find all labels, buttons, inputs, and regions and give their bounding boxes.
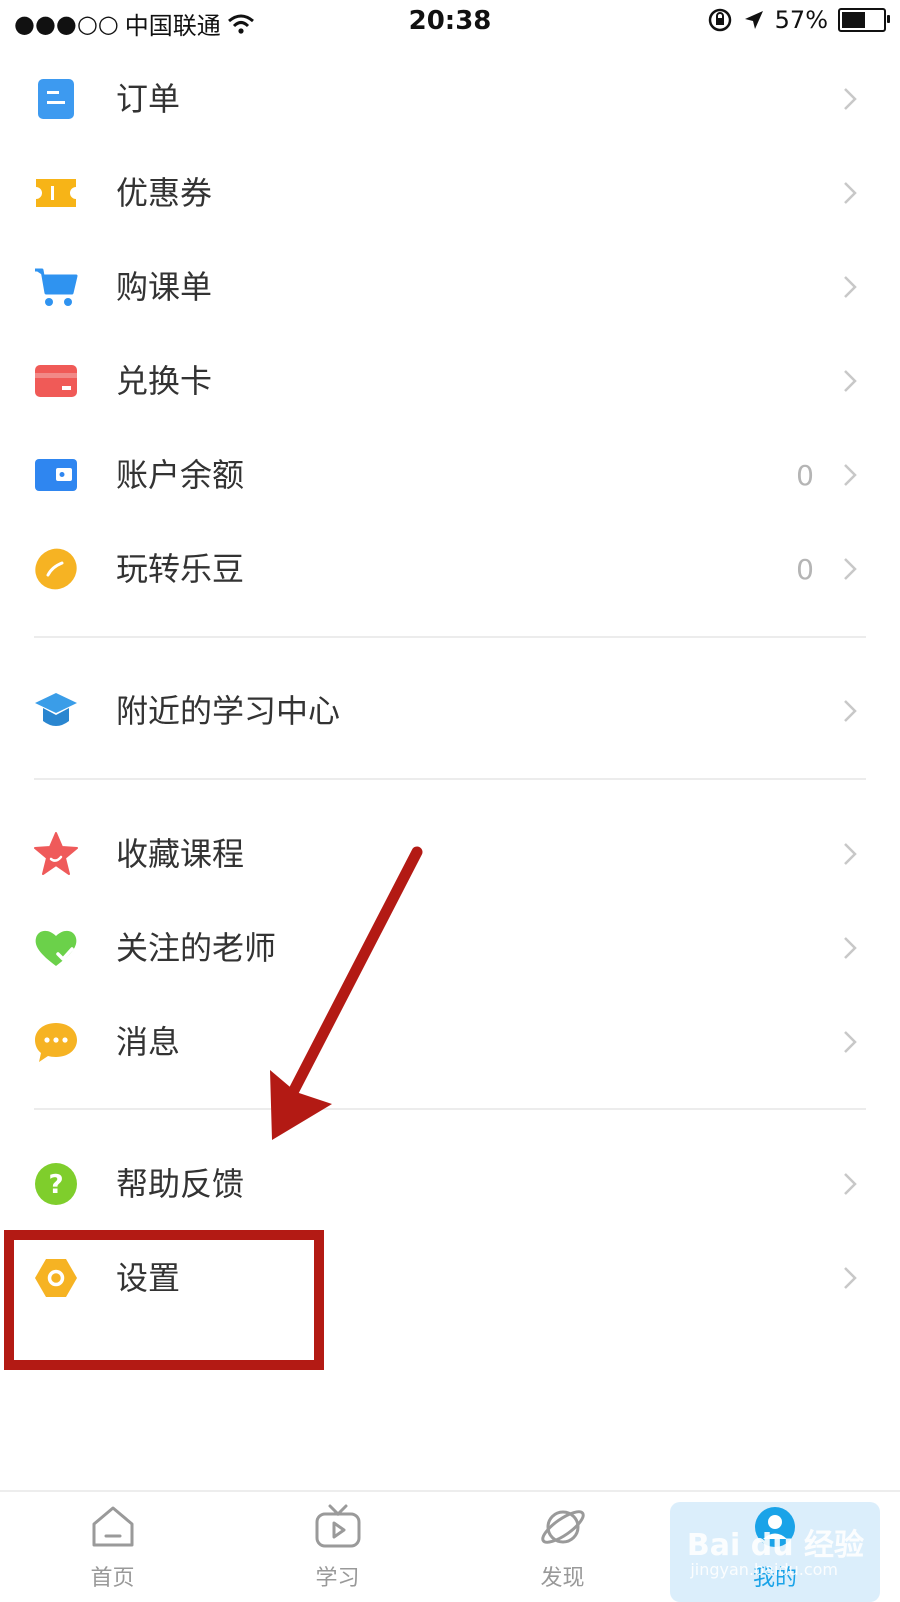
menu-item-label: 收藏课程 — [116, 835, 245, 873]
heart-check-icon — [35, 930, 77, 966]
tab-label: 首页 — [90, 1566, 135, 1591]
location-icon — [744, 11, 763, 29]
annotation-highlight-box — [4, 1230, 324, 1370]
svg-text:?: ? — [48, 1170, 63, 1200]
status-right: 57% — [707, 6, 890, 34]
menu-item-messages[interactable]: 消息 — [0, 996, 900, 1086]
lebean-value: 0 — [796, 553, 814, 586]
menu-item-favorite-courses[interactable]: 收藏课程 — [0, 808, 900, 898]
chevron-right-icon — [844, 276, 857, 298]
tab-study[interactable]: 学习 — [225, 1502, 450, 1602]
menu-item-label: 帮助反馈 — [116, 1165, 245, 1203]
menu-item-label: 兑换卡 — [116, 362, 213, 400]
star-icon — [34, 832, 78, 875]
menu-item-lebean[interactable]: 玩转乐豆 0 — [0, 523, 900, 613]
menu-item-label: 优惠券 — [116, 174, 213, 212]
menu-item-nearby-learning-center[interactable]: 附近的学习中心 — [0, 665, 900, 755]
card-icon — [35, 365, 77, 397]
menu-item-label: 玩转乐豆 — [116, 550, 245, 588]
menu-item-course-cart[interactable]: 购课单 — [0, 241, 900, 331]
tab-label: 发现 — [540, 1566, 585, 1591]
chevron-right-icon — [844, 88, 857, 110]
menu-item-label: 消息 — [116, 1023, 181, 1061]
chevron-right-icon — [844, 700, 857, 722]
battery-percent: 57% — [774, 6, 828, 34]
section-divider — [34, 778, 866, 780]
menu-item-coupons[interactable]: 优惠券 — [0, 147, 900, 237]
battery-icon — [838, 8, 890, 32]
status-bar: ●●●○○ 中国联通 20:38 57% — [0, 0, 900, 44]
watermark-url: jingyan.baidu.com — [690, 1560, 838, 1579]
tab-home[interactable]: 首页 — [0, 1502, 225, 1602]
chat-bubble-icon — [35, 1023, 77, 1062]
watermark-title: Bai du 经验 — [686, 1528, 864, 1563]
chevron-right-icon — [844, 1031, 857, 1053]
chevron-right-icon — [844, 843, 857, 865]
order-icon — [38, 79, 74, 119]
menu-item-label: 订单 — [116, 80, 181, 118]
menu-item-redeem-card[interactable]: 兑换卡 — [0, 335, 900, 425]
tv-play-icon — [315, 1504, 360, 1548]
menu-item-label: 关注的老师 — [116, 929, 277, 967]
menu-item-help-feedback[interactable]: ? 帮助反馈 — [0, 1138, 900, 1228]
chevron-right-icon — [844, 1267, 857, 1289]
chevron-right-icon — [844, 937, 857, 959]
menu-item-label: 账户余额 — [116, 456, 245, 494]
chevron-right-icon — [844, 1173, 857, 1195]
balance-value: 0 — [796, 459, 814, 492]
tab-discover[interactable]: 发现 — [450, 1502, 675, 1602]
menu-item-followed-teachers[interactable]: 关注的老师 — [0, 902, 900, 992]
menu-item-label: 购课单 — [116, 268, 213, 306]
coupon-icon — [36, 179, 76, 207]
bean-icon — [35, 548, 77, 590]
chevron-right-icon — [844, 464, 857, 486]
home-icon — [92, 1506, 133, 1547]
section-divider — [34, 1108, 866, 1110]
chevron-right-icon — [844, 558, 857, 580]
menu-item-orders[interactable]: 订单 — [0, 53, 900, 143]
graduation-cap-icon — [35, 693, 77, 726]
chevron-right-icon — [844, 182, 857, 204]
help-icon: ? — [35, 1163, 77, 1205]
cart-icon — [35, 268, 78, 306]
planet-icon — [540, 1510, 585, 1544]
menu-item-account-balance[interactable]: 账户余额 0 — [0, 429, 900, 519]
section-divider — [34, 636, 866, 638]
tab-label: 学习 — [315, 1566, 360, 1591]
chevron-right-icon — [844, 370, 857, 392]
rotation-lock-icon — [708, 8, 731, 32]
battery-fill — [842, 12, 865, 28]
wallet-icon — [35, 459, 77, 491]
menu-item-label: 附近的学习中心 — [116, 692, 341, 730]
